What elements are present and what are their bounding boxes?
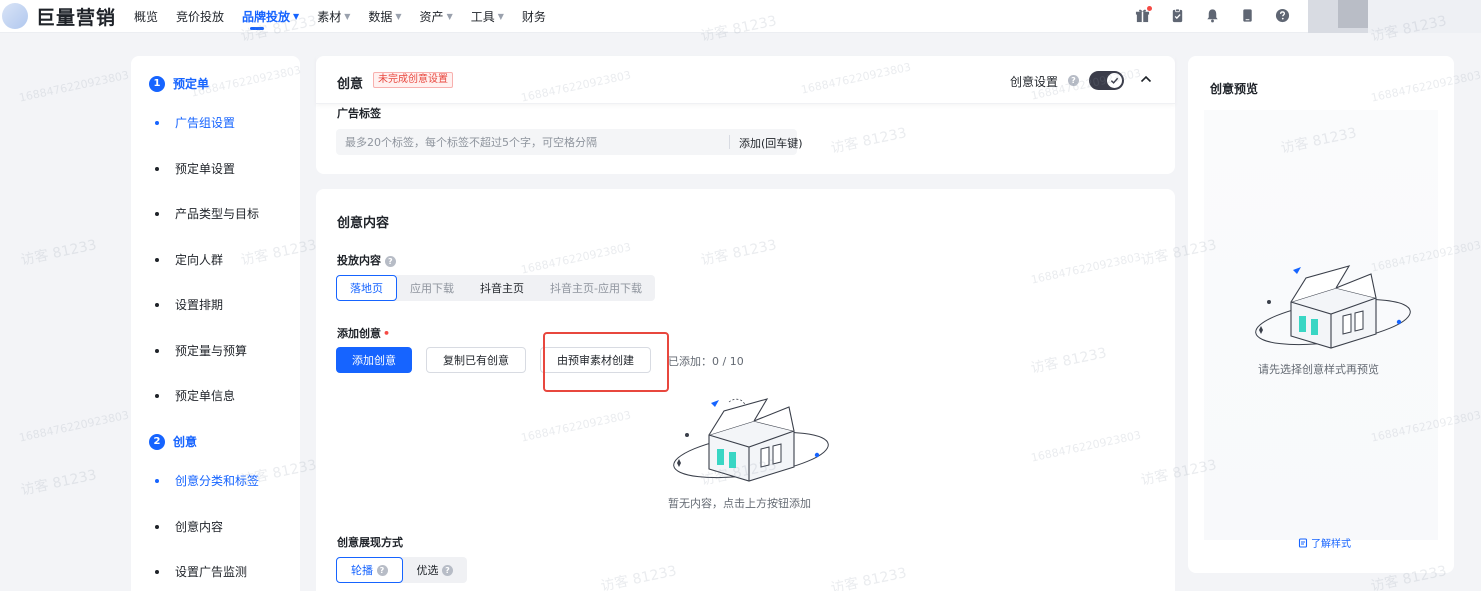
step-order[interactable]: 1 预定单 bbox=[149, 75, 209, 92]
bell-icon[interactable] bbox=[1203, 6, 1221, 24]
nav-bidding[interactable]: 竞价投放 bbox=[167, 0, 233, 33]
help-icon[interactable]: ? bbox=[1068, 75, 1079, 86]
nav-brand-delivery[interactable]: 品牌投放 ▼ bbox=[233, 0, 308, 33]
tablet-icon[interactable] bbox=[1238, 6, 1256, 24]
brand-logo[interactable]: 巨量营销 bbox=[2, 3, 117, 29]
empty-state-text: 暂无内容，点击上方按钮添加 bbox=[668, 497, 811, 510]
sidebar-item-order-info[interactable]: 预定单信息 bbox=[155, 387, 235, 404]
chevron-down-icon: ▼ bbox=[293, 12, 300, 21]
chevron-down-icon: ▼ bbox=[344, 12, 351, 21]
nav-finance[interactable]: 财务 bbox=[513, 0, 555, 33]
help-icon[interactable] bbox=[1273, 6, 1291, 24]
sidebar-item-creative-category[interactable]: 创意分类和标签 bbox=[155, 472, 259, 489]
creative-setting-toggle[interactable] bbox=[1089, 71, 1124, 90]
creative-preview-panel: 创意预览 请先选择创意样式再预览 了解样式 bbox=[1188, 56, 1454, 573]
display-option-carousel[interactable]: 轮播 ? bbox=[336, 557, 403, 583]
chevron-up-icon[interactable] bbox=[1138, 71, 1154, 87]
section-title: 创意 bbox=[337, 77, 364, 92]
preview-title: 创意预览 bbox=[1210, 82, 1259, 96]
ad-tags-field: 添加(回车键) bbox=[336, 129, 803, 155]
sidebar-item-ad-group-settings[interactable]: 广告组设置 bbox=[155, 114, 235, 131]
highlight-box bbox=[543, 332, 669, 392]
ad-tags-input[interactable] bbox=[336, 129, 726, 155]
sidebar-item-order-settings[interactable]: 预定单设置 bbox=[155, 160, 235, 177]
check-icon bbox=[1107, 73, 1122, 88]
empty-box-illustration bbox=[673, 398, 829, 482]
required-mark: • bbox=[383, 327, 391, 340]
empty-box-illustration bbox=[1255, 265, 1411, 349]
display-mode-label: 创意展现方式 bbox=[337, 536, 403, 549]
delivery-content-selector: 落地页 应用下载 抖音主页 抖音主页-应用下载 bbox=[336, 275, 655, 301]
nav-tools[interactable]: 工具 ▼ bbox=[462, 0, 513, 33]
delivery-content-label: 投放内容 ? bbox=[337, 252, 396, 268]
creative-count: 已添加：0 / 10 bbox=[668, 355, 744, 368]
clipboard-icon[interactable] bbox=[1168, 6, 1186, 24]
chevron-down-icon: ▼ bbox=[446, 12, 453, 21]
sidebar-item-budget[interactable]: 预定量与预算 bbox=[155, 342, 247, 359]
creative-setting-label: 创意设置 bbox=[1010, 75, 1059, 89]
add-tag-button[interactable]: 添加(回车键) bbox=[739, 135, 803, 151]
watermark-text: 访客 81233 bbox=[19, 467, 99, 499]
nav-overview[interactable]: 概览 bbox=[125, 0, 167, 33]
user-account-area[interactable] bbox=[1308, 0, 1481, 33]
section-title: 创意内容 bbox=[337, 216, 390, 231]
add-creative-button[interactable]: 添加创意 bbox=[336, 347, 412, 373]
learn-styles-link[interactable]: 了解样式 bbox=[1298, 535, 1351, 550]
sidebar-item-ad-monitoring[interactable]: 设置广告监测 bbox=[155, 563, 247, 580]
watermark-text: 1688476220923803 bbox=[17, 408, 131, 445]
nav-assets[interactable]: 资产 ▼ bbox=[411, 0, 462, 33]
gift-icon[interactable] bbox=[1133, 6, 1152, 24]
step-creative[interactable]: 2 创意 bbox=[149, 433, 197, 450]
step-sidebar: 1 预定单 广告组设置 预定单设置 产品类型与目标 定向人群 设置排期 预定量与… bbox=[131, 56, 300, 591]
creative-settings-card: 创意 未完成创意设置 创意设置 ? 广告标签 添加(回车键) bbox=[316, 56, 1175, 174]
nav-materials[interactable]: 素材 ▼ bbox=[308, 0, 359, 33]
avatar bbox=[1338, 0, 1368, 28]
creative-card-header: 创意 未完成创意设置 创意设置 ? bbox=[316, 56, 1175, 104]
delivery-option-app-download[interactable]: 应用下载 bbox=[397, 275, 467, 301]
watermark-text: 访客 81233 bbox=[19, 237, 99, 269]
notification-dot bbox=[1147, 6, 1152, 11]
preview-area bbox=[1204, 110, 1438, 540]
logo-mark-icon bbox=[2, 3, 28, 29]
chevron-down-icon: ▼ bbox=[395, 12, 402, 21]
help-icon[interactable]: ? bbox=[376, 564, 388, 576]
display-mode-selector: 轮播 ? 优选 ? bbox=[336, 557, 467, 583]
add-creative-label: 添加创意 • bbox=[337, 327, 391, 340]
sidebar-item-schedule[interactable]: 设置排期 bbox=[155, 296, 223, 313]
status-badge: 未完成创意设置 bbox=[373, 72, 453, 88]
help-icon[interactable]: ? bbox=[442, 564, 453, 576]
ad-tags-label: 广告标签 bbox=[337, 107, 381, 120]
logo-text: 巨量营销 bbox=[36, 6, 117, 29]
nav-data[interactable]: 数据 ▼ bbox=[359, 0, 410, 33]
step-number: 2 bbox=[149, 433, 165, 450]
top-navigation-bar: 巨量营销 概览 竞价投放 品牌投放 ▼ 素材 ▼ 数据 ▼ 资产 ▼ 工具 ▼ 财务 bbox=[0, 0, 1481, 33]
copy-existing-creative-button[interactable]: 复制已有创意 bbox=[426, 347, 526, 373]
help-icon[interactable]: ? bbox=[384, 255, 396, 267]
delivery-option-douyin-home-app[interactable]: 抖音主页-应用下载 bbox=[537, 275, 655, 301]
delivery-option-douyin-home[interactable]: 抖音主页 bbox=[467, 275, 537, 301]
step-number: 1 bbox=[149, 75, 165, 92]
creative-content-card: 创意内容 投放内容 ? 落地页 应用下载 抖音主页 抖音主页-应用下载 添加创意… bbox=[316, 189, 1175, 591]
delivery-option-landing-page[interactable]: 落地页 bbox=[336, 275, 397, 301]
sidebar-item-creative-content[interactable]: 创意内容 bbox=[155, 518, 223, 535]
watermark-text: 1688476220923803 bbox=[17, 68, 131, 105]
sidebar-item-targeting[interactable]: 定向人群 bbox=[155, 251, 223, 268]
chevron-down-icon: ▼ bbox=[497, 12, 504, 21]
step-label: 预定单 bbox=[173, 77, 210, 91]
sidebar-item-product-type[interactable]: 产品类型与目标 bbox=[155, 205, 259, 222]
document-icon bbox=[1298, 537, 1308, 548]
preview-hint: 请先选择创意样式再预览 bbox=[1258, 363, 1379, 376]
top-icon-group bbox=[1133, 6, 1308, 24]
display-option-optimized[interactable]: 优选 ? bbox=[403, 557, 468, 583]
step-label: 创意 bbox=[173, 435, 198, 449]
main-nav: 概览 竞价投放 品牌投放 ▼ 素材 ▼ 数据 ▼ 资产 ▼ 工具 ▼ 财务 bbox=[125, 0, 555, 33]
